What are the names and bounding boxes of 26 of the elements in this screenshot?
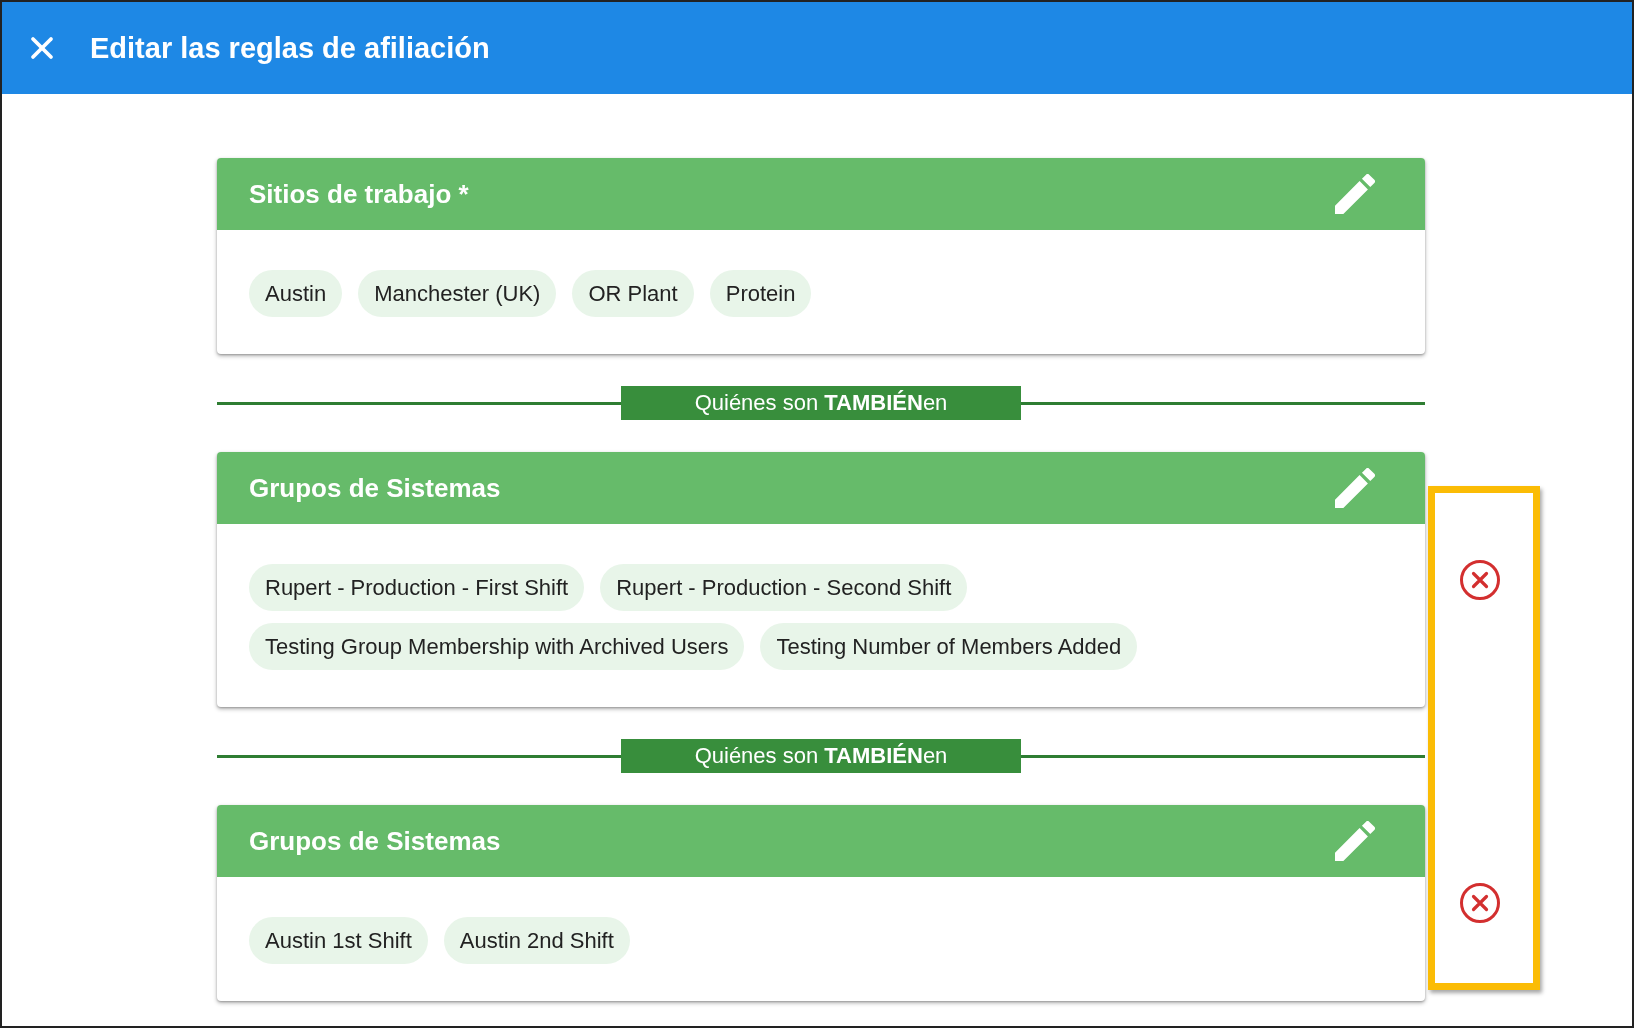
tag-chip: Rupert - Production - Second Shift bbox=[600, 564, 968, 611]
tag-chip: Austin 1st Shift bbox=[249, 917, 428, 964]
remove-button[interactable] bbox=[1459, 558, 1501, 601]
card-title: Grupos de Sistemas bbox=[249, 825, 501, 857]
card-title: Grupos de Sistemas bbox=[249, 472, 501, 504]
remove-circle-icon bbox=[1459, 882, 1501, 924]
tag-chip: Manchester (UK) bbox=[358, 270, 557, 317]
connector-label: Quiénes son TAMBIÉNen bbox=[694, 390, 948, 416]
tag-chip: Austin 2nd Shift bbox=[443, 917, 630, 964]
tag-chip: Testing Group Membership with Archived Users bbox=[249, 623, 745, 670]
connector-label: Quiénes son TAMBIÉNen bbox=[694, 743, 948, 769]
pencil-icon bbox=[1335, 821, 1375, 861]
dialog-title: Editar las reglas de afiliación bbox=[90, 31, 490, 65]
pencil-icon bbox=[1335, 468, 1375, 508]
remove-circle-icon bbox=[1459, 558, 1501, 601]
pencil-icon bbox=[1335, 174, 1375, 214]
tag-chip: Testing Number of Members Added bbox=[760, 623, 1138, 670]
tag-chip: Austin bbox=[249, 270, 343, 317]
tag-chip: Protein bbox=[709, 270, 812, 317]
edit-button[interactable] bbox=[1335, 468, 1375, 508]
tag-chip: OR Plant bbox=[572, 270, 694, 317]
edit-button[interactable] bbox=[1335, 174, 1375, 214]
tag-chip: Rupert - Production - First Shift bbox=[249, 564, 585, 611]
card-title: Sitios de trabajo * bbox=[249, 178, 469, 210]
remove-button[interactable] bbox=[1459, 882, 1501, 924]
edit-button[interactable] bbox=[1335, 821, 1375, 861]
